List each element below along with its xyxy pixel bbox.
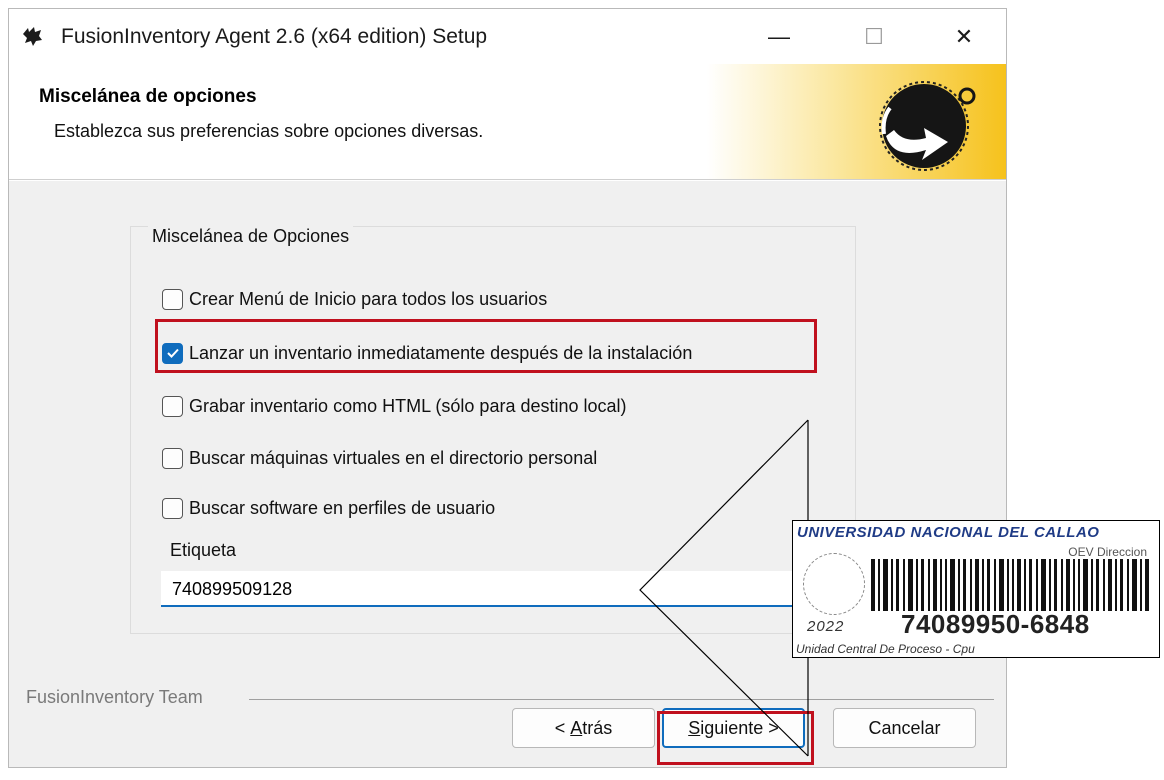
back-button[interactable]: < Atrás [512, 708, 655, 748]
checkbox-save-html[interactable] [162, 395, 183, 417]
option-label: Grabar inventario como HTML (sólo para d… [189, 395, 627, 416]
checkbox-user-profiles[interactable] [162, 497, 183, 519]
sticker-office: OEV Direccion [1068, 545, 1147, 559]
tag-label: Etiqueta [170, 540, 237, 560]
window-title: FusionInventory Agent 2.6 (x64 edition) … [61, 25, 488, 48]
page-subtitle: Establezca sus preferencias sobre opcion… [54, 121, 484, 141]
fusioninventory-app-icon [23, 27, 42, 46]
groupbox-legend: Miscelánea de Opciones [148, 226, 354, 247]
back-label-prefix: < [554, 717, 571, 738]
option-user-profiles[interactable]: Buscar software en perfiles de usuario [162, 493, 495, 523]
wizard-header: Miscelánea de opciones Establezca sus pr… [9, 64, 1006, 180]
fusioninventory-logo-icon [879, 81, 976, 171]
option-label: Buscar máquinas virtuales en el director… [189, 447, 598, 468]
highlight-box-option [155, 319, 817, 373]
back-label-rest: trás [582, 717, 613, 738]
option-label: Buscar software en perfiles de usuario [189, 497, 496, 518]
checkbox-virtual-machines[interactable] [162, 447, 183, 469]
option-label: Crear Menú de Inicio para todos los usua… [189, 288, 548, 309]
title-bar[interactable]: FusionInventory Agent 2.6 (x64 edition) … [9, 9, 1006, 64]
option-start-menu[interactable]: Crear Menú de Inicio para todos los usua… [162, 284, 547, 314]
checkbox-start-menu[interactable] [162, 288, 183, 310]
sticker-year: 2022 [807, 618, 845, 635]
footer-brand: FusionInventory Team [26, 687, 209, 708]
cancel-button[interactable]: Cancelar [833, 708, 976, 748]
header-separator [9, 180, 1006, 181]
barcode-icon [871, 559, 1149, 611]
sticker-code: 74089950-6848 [901, 609, 1090, 639]
maximize-button[interactable]: ☐ [844, 9, 904, 64]
close-button[interactable]: ✕ [934, 9, 994, 64]
page-title: Miscelánea de opciones [39, 86, 257, 107]
option-save-html[interactable]: Grabar inventario como HTML (sólo para d… [162, 391, 627, 421]
back-label-mnemonic: A [570, 717, 583, 738]
minimize-button[interactable]: — [749, 9, 809, 64]
highlight-box-next [657, 711, 814, 765]
option-virtual-machines[interactable]: Buscar máquinas virtuales en el director… [162, 443, 597, 473]
footer-separator [249, 699, 994, 700]
sticker-description: Unidad Central De Proceso - Cpu [796, 642, 975, 656]
university-seal-icon [803, 553, 865, 615]
sticker-university: UNIVERSIDAD NACIONAL DEL CALLAO [797, 524, 1100, 541]
tag-input[interactable]: 740899509128 [161, 571, 801, 607]
asset-tag-sticker: UNIVERSIDAD NACIONAL DEL CALLAO OEV Dire… [792, 520, 1160, 658]
